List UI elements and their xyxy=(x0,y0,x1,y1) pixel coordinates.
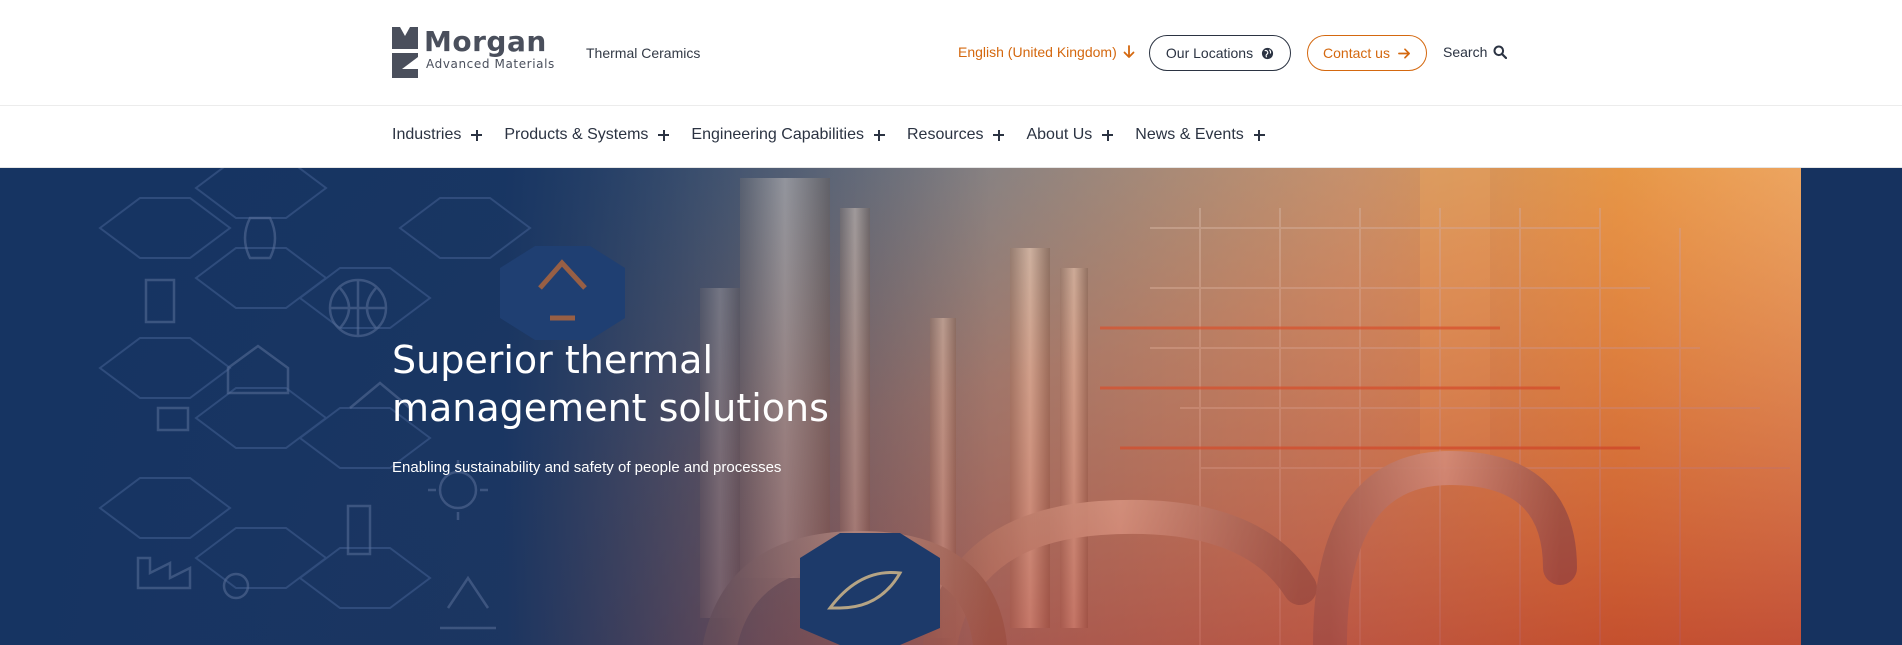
logo-tagline: Advanced Materials xyxy=(426,57,555,71)
our-locations-label: Our Locations xyxy=(1165,45,1254,61)
arrow-down-icon xyxy=(1123,45,1135,58)
nav-item-label: News & Events xyxy=(1135,126,1244,143)
site-label: Thermal Ceramics xyxy=(586,45,701,61)
language-selector[interactable]: English (United Kingdom) xyxy=(958,44,1135,60)
arrow-right-icon xyxy=(1398,47,1410,59)
plus-icon xyxy=(1102,129,1114,141)
plus-icon xyxy=(658,129,670,141)
hero-right-edge xyxy=(1801,168,1902,645)
logo-wordmark: Morgan xyxy=(424,25,547,58)
top-header: Morgan Advanced Materials Thermal Cerami… xyxy=(0,0,1902,106)
logo-text: Morgan Advanced Materials xyxy=(424,25,555,72)
hero-banner: Superior thermal management solutions En… xyxy=(0,168,1902,645)
nav-item-industries[interactable]: Industries xyxy=(392,126,483,144)
hero-subtitle: Enabling sustainability and safety of pe… xyxy=(392,459,782,476)
plus-icon xyxy=(471,129,483,141)
hero-title: Superior thermal management solutions xyxy=(392,338,829,430)
nav-item-resources[interactable]: Resources xyxy=(906,126,1005,144)
contact-us-label: Contact us xyxy=(1323,45,1390,61)
search-icon xyxy=(1493,45,1508,59)
main-nav-list: Industries Products & Systems Engineerin… xyxy=(392,126,1265,144)
nav-item-label: Industries xyxy=(392,126,462,143)
plus-icon xyxy=(873,129,885,141)
contact-us-button[interactable]: Contact us xyxy=(1307,35,1427,71)
language-label: English (United Kingdom) xyxy=(958,44,1117,60)
search-button[interactable]: Search xyxy=(1443,44,1508,60)
main-nav: Industries Products & Systems Engineerin… xyxy=(0,106,1902,168)
morgan-logo[interactable]: Morgan Advanced Materials xyxy=(392,27,565,79)
morgan-logo-mark-icon xyxy=(392,27,418,78)
plus-icon xyxy=(993,129,1005,141)
nav-item-label: Products & Systems xyxy=(504,126,649,143)
search-label: Search xyxy=(1443,44,1488,60)
our-locations-button[interactable]: Our Locations xyxy=(1149,35,1291,71)
nav-item-label: Engineering Capabilities xyxy=(691,126,864,143)
nav-item-about-us[interactable]: About Us xyxy=(1026,126,1114,144)
nav-item-engineering-capabilities[interactable]: Engineering Capabilities xyxy=(691,126,885,144)
plus-icon xyxy=(1253,129,1265,141)
nav-item-news-events[interactable]: News & Events xyxy=(1135,126,1265,144)
nav-item-label: Resources xyxy=(906,126,984,143)
nav-item-products-systems[interactable]: Products & Systems xyxy=(504,126,670,144)
globe-icon xyxy=(1262,47,1274,59)
nav-item-label: About Us xyxy=(1026,126,1093,143)
